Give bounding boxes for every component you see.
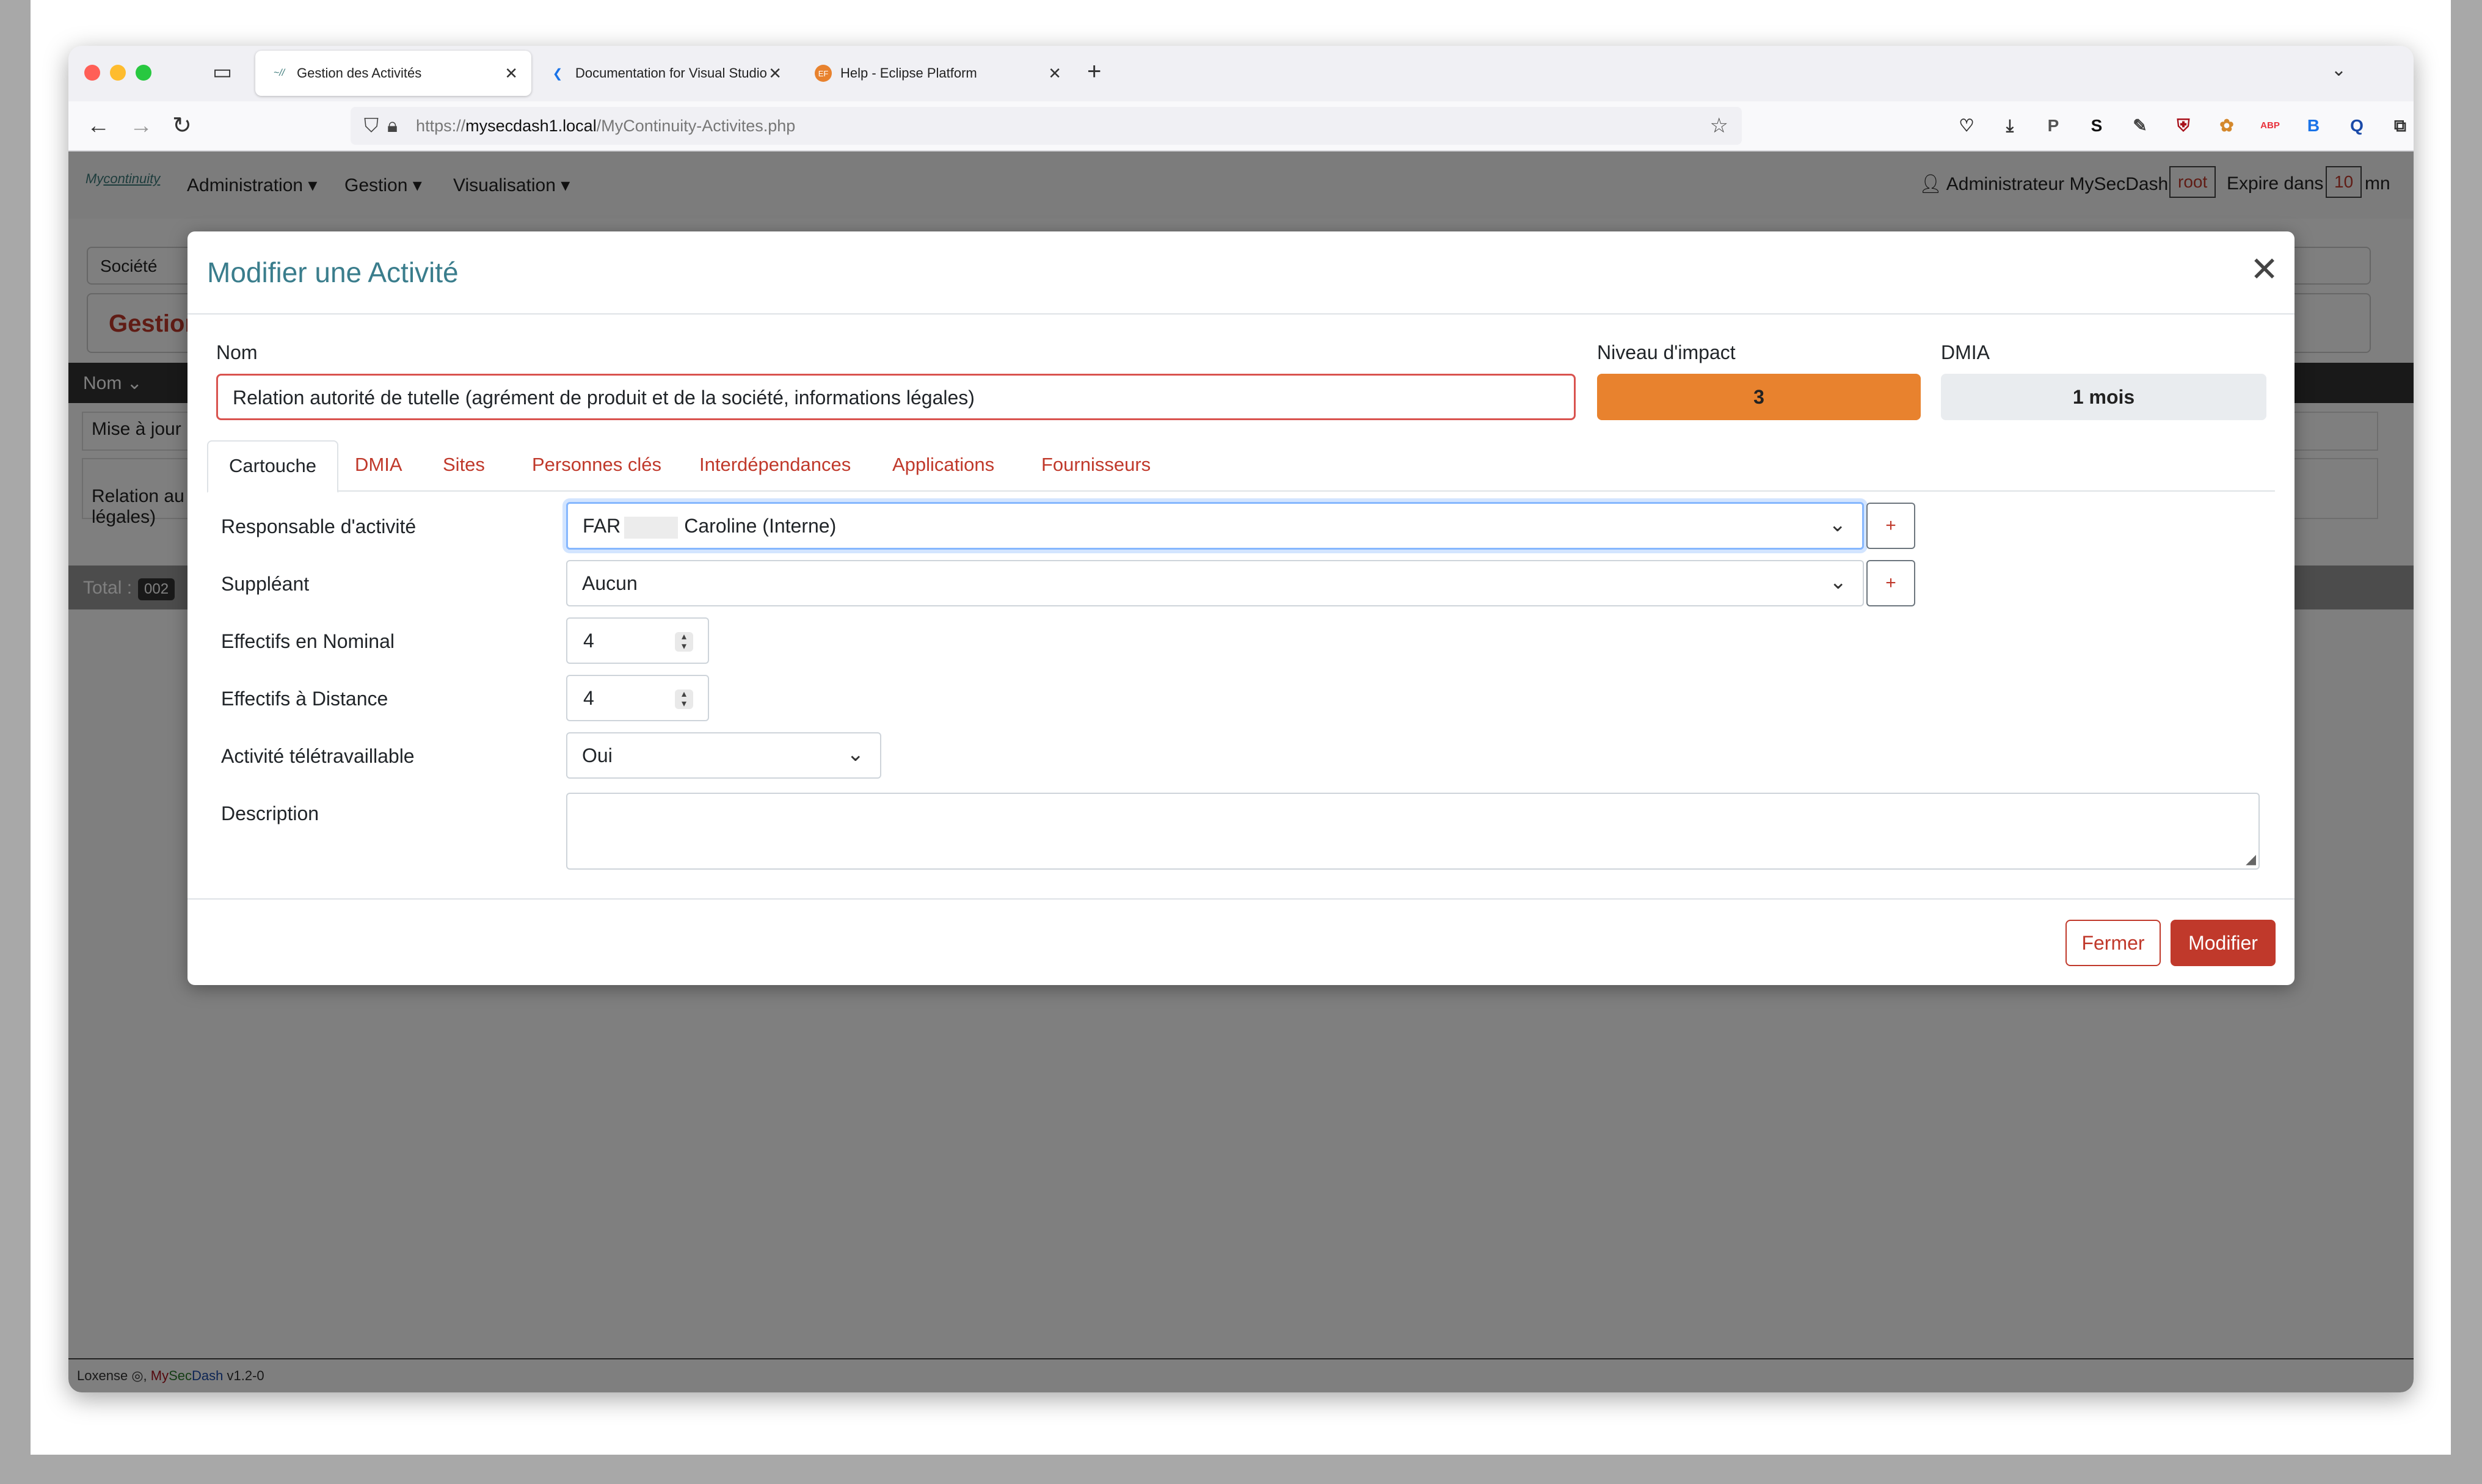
reload-icon[interactable]: ↻	[172, 112, 192, 139]
browser-tab-title: Documentation for Visual Studio	[575, 65, 767, 81]
stepper-icon[interactable]: ▴ ▾	[675, 689, 693, 709]
maximize-window-button[interactable]	[136, 65, 151, 81]
tab-applications[interactable]: Applications	[872, 440, 1015, 492]
minimize-window-button[interactable]	[110, 65, 126, 81]
responsable-select[interactable]: FAR Caroline (Interne) ⌄	[566, 502, 1864, 550]
browser-tab-title: Help - Eclipse Platform	[840, 65, 977, 81]
abp-icon[interactable]: ABP	[2258, 114, 2282, 138]
shield-icon[interactable]: ⛉	[364, 114, 379, 137]
tab-cartouche[interactable]: Cartouche	[207, 440, 339, 493]
dmia-value: 1 mois	[1941, 374, 2266, 420]
ublock-icon[interactable]: ⛨	[2171, 114, 2196, 138]
name-input[interactable]: Relation autorité de tutelle (agrément d…	[216, 374, 1576, 420]
suppleant-value: Aucun	[582, 572, 638, 594]
chevron-down-icon[interactable]: ⌄	[2331, 59, 2346, 81]
description-textarea[interactable]: ◢	[566, 793, 2260, 870]
close-tab-icon[interactable]: ✕	[504, 64, 518, 83]
stepper-icon[interactable]: ▴ ▾	[675, 632, 693, 652]
nominal-value: 4	[583, 630, 594, 652]
browser-tab-gestion[interactable]: ~// Gestion des Activités ✕	[255, 51, 531, 96]
lock-icon[interactable]: 🔒︎	[387, 114, 398, 137]
add-responsable-button[interactable]: +	[1866, 503, 1915, 549]
teletravail-value: Oui	[582, 744, 613, 766]
distance-input[interactable]: 4 ▴ ▾	[566, 675, 709, 721]
teletravail-label: Activité télétravaillable	[221, 745, 415, 767]
tab-interdependances[interactable]: Interdépendances	[679, 440, 872, 492]
dmia-label: DMIA	[1941, 341, 1990, 363]
close-tab-icon[interactable]: ✕	[768, 64, 782, 83]
suppleant-label: Suppléant	[221, 573, 310, 595]
close-icon[interactable]: ✕	[2250, 252, 2279, 286]
close-window-button[interactable]	[84, 65, 100, 81]
modal-header: Modifier une Activité ✕	[187, 231, 2295, 315]
distance-value: 4	[583, 687, 594, 709]
modal-footer: Fermer Modifier	[187, 898, 2295, 985]
nominal-label: Effectifs en Nominal	[221, 630, 395, 652]
b-extension-icon[interactable]: B	[2301, 114, 2326, 138]
modify-button[interactable]: Modifier	[2171, 920, 2276, 966]
browser-window: ▭ ~// Gestion des Activités ✕ ❮ Document…	[68, 46, 2414, 1392]
responsable-name: Caroline (Interne)	[684, 515, 837, 537]
edit-activity-modal: Modifier une Activité ✕ Nom Relation aut…	[187, 231, 2295, 985]
close-tab-icon[interactable]: ✕	[1048, 64, 1061, 83]
browser-tab-title: Gestion des Activités	[297, 65, 422, 81]
modal-title: Modifier une Activité	[207, 256, 459, 288]
impact-label: Niveau d'impact	[1597, 341, 1736, 363]
forward-icon[interactable]: →	[129, 112, 153, 139]
close-button[interactable]: Fermer	[2065, 920, 2161, 966]
url-bar[interactable]: ⛉ 🔒︎ https://mysecdash1.local/MyContinui…	[351, 107, 1742, 145]
tab-personnes-cles[interactable]: Personnes clés	[511, 440, 682, 492]
tab-overview-icon[interactable]: ▭	[211, 62, 233, 82]
bookmark-star-icon[interactable]: ☆	[1710, 114, 1728, 138]
redacted-block	[624, 516, 679, 539]
suppleant-select[interactable]: Aucun ⌄	[566, 560, 1864, 606]
tab-sites[interactable]: Sites	[422, 440, 506, 492]
new-tab-icon[interactable]: +	[1087, 58, 1101, 85]
teletravail-select[interactable]: Oui ⌄	[566, 732, 881, 779]
chevron-down-icon: ⌄	[1829, 513, 1847, 536]
browser-tab-vscode[interactable]: ❮ Documentation for Visual Studio ✕	[534, 51, 795, 96]
p-extension-icon[interactable]: P	[2041, 114, 2065, 138]
browser-nav-bar: ← → ↻ ⛉ 🔒︎ https://mysecdash1.local/MyCo…	[68, 101, 2414, 151]
mycontinuity-logo-icon: ~//	[273, 68, 285, 78]
responsable-label: Responsable d'activité	[221, 515, 417, 537]
chevron-down-icon: ⌄	[846, 743, 865, 766]
name-label: Nom	[216, 341, 258, 363]
tab-dmia[interactable]: DMIA	[334, 440, 423, 492]
s-extension-icon[interactable]: S	[2084, 114, 2109, 138]
vscode-icon: ❮	[552, 67, 563, 81]
nominal-input[interactable]: 4 ▴ ▾	[566, 617, 709, 664]
back-icon[interactable]: ←	[87, 112, 110, 139]
responsable-prefix: FAR	[583, 515, 621, 537]
url-text[interactable]: https://mysecdash1.local/MyContinuity-Ac…	[416, 117, 795, 136]
extensions-icon[interactable]: ⧉	[2388, 114, 2412, 138]
browser-tab-eclipse[interactable]: EF Help - Eclipse Platform ✕	[800, 51, 1075, 96]
distance-label: Effectifs à Distance	[221, 688, 388, 710]
eclipse-icon: EF	[815, 65, 832, 82]
modal-tabs: Cartouche DMIA Sites Personnes clés Inte…	[207, 440, 2275, 493]
pocket-icon[interactable]: ♡	[1954, 114, 1979, 138]
web-page: Mycontinuity Administration ▾ Gestion ▾ …	[68, 151, 2414, 1392]
chevron-down-icon: ⌄	[1829, 570, 1847, 594]
tab-fournisseurs[interactable]: Fournisseurs	[1021, 440, 1171, 492]
squirrel-icon[interactable]: ✿	[2215, 114, 2239, 138]
impact-level-badge: 3	[1597, 374, 1921, 420]
browser-tab-bar: ▭ ~// Gestion des Activités ✕ ❮ Document…	[68, 46, 2414, 101]
eyedropper-icon[interactable]: ✎	[2128, 114, 2152, 138]
resize-grip-icon[interactable]: ◢	[2246, 851, 2256, 867]
q-extension-icon[interactable]: Q	[2345, 114, 2369, 138]
description-label: Description	[221, 802, 319, 824]
download-icon[interactable]: ⤓	[1998, 114, 2022, 138]
add-suppleant-button[interactable]: +	[1866, 560, 1915, 606]
